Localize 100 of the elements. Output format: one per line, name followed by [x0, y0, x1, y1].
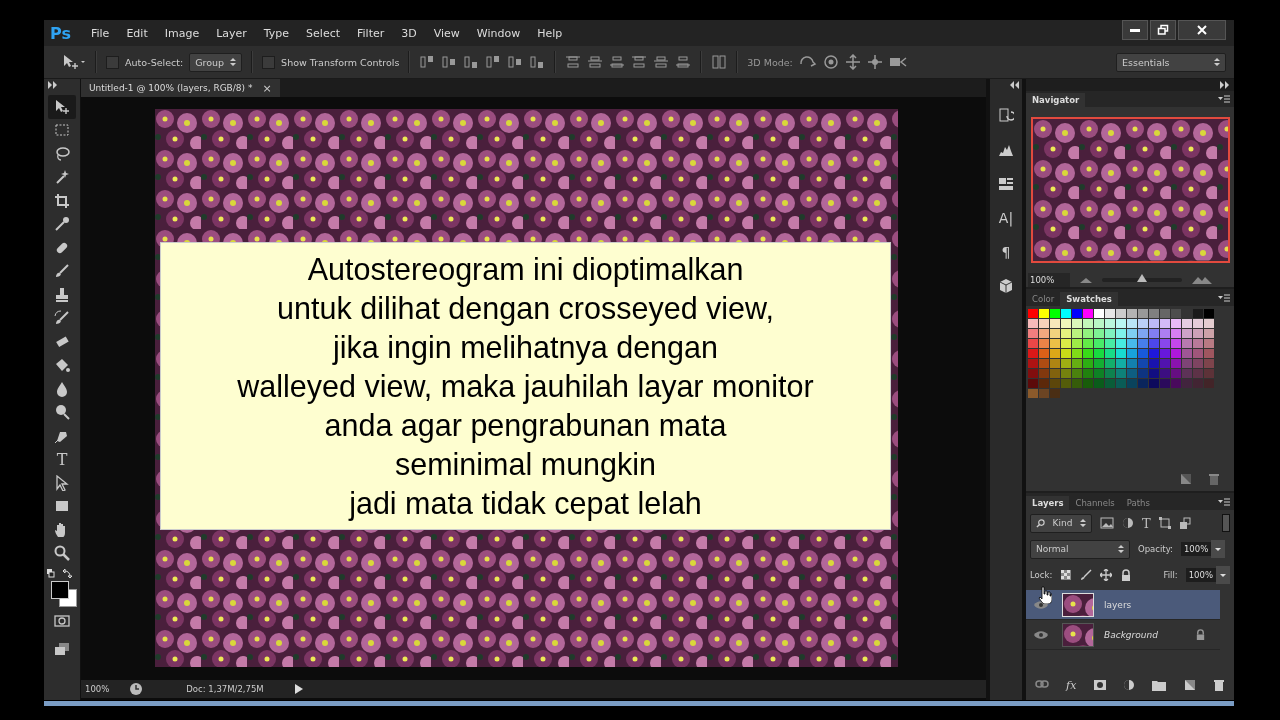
panel-tab[interactable]: Paths: [1120, 496, 1156, 510]
canvas-text: Autostereogram ini dioptimalkan untuk dilihat dengan crosseyed view, jika ingin melihatnya dengan walleyed view, maka jauhilah layar monitor anda agar pengrabunan mata seminimal mungkin jadi mata tidak cepat lelah: [160, 242, 891, 530]
type-tool[interactable]: T: [48, 447, 76, 471]
move-icon[interactable]: [1100, 569, 1113, 581]
layer-row[interactable]: layers: [1026, 590, 1220, 620]
move-tool-icon[interactable]: [62, 54, 86, 70]
navigator-tab[interactable]: Navigator: [1026, 93, 1086, 108]
smart-object-filter-icon[interactable]: [1178, 517, 1191, 529]
3d-pan-icon[interactable]: [844, 54, 861, 70]
quick-mask-icon[interactable]: [54, 613, 70, 629]
align-icon[interactable]: [507, 54, 524, 70]
link-icon[interactable]: [1034, 679, 1049, 689]
folder-icon[interactable]: [1152, 679, 1167, 691]
close-button[interactable]: [1178, 20, 1226, 40]
align-icon[interactable]: [529, 54, 546, 70]
brush-icon[interactable]: [1080, 569, 1093, 581]
zoom-field[interactable]: 100%: [1028, 273, 1070, 287]
eraser-icon: [54, 333, 70, 350]
lock-icon[interactable]: [1120, 569, 1133, 581]
menu-item[interactable]: View: [425, 26, 469, 40]
blend-mode-dropdown[interactable]: Normal: [1030, 539, 1130, 559]
tool-button[interactable]: [48, 95, 76, 119]
fill-field[interactable]: 100%: [1185, 568, 1216, 582]
3d-rotate-icon[interactable]: [798, 54, 817, 70]
filter-dropdown[interactable]: Kind: [1030, 513, 1092, 533]
align-icon[interactable]: [441, 54, 458, 70]
trash-icon[interactable]: [1208, 473, 1220, 485]
zoom-out-icon[interactable]: [1080, 277, 1092, 283]
adjustment-filter-icon[interactable]: [1122, 517, 1134, 529]
checkbox[interactable]: [106, 55, 119, 69]
clock-icon[interactable]: [129, 682, 143, 696]
auto-align-icon[interactable]: [711, 54, 728, 70]
lock-pixels-icon[interactable]: [1060, 569, 1073, 581]
menu-item[interactable]: Layer: [208, 26, 256, 40]
menu-arrow-icon[interactable]: [295, 684, 303, 694]
align-icon[interactable]: [419, 54, 436, 70]
mask-icon[interactable]: [1093, 679, 1106, 691]
dropdown-icon[interactable]: [1216, 566, 1230, 584]
distribute-icon[interactable]: [609, 54, 626, 70]
filter-toggle[interactable]: [1222, 514, 1230, 532]
expand-icon[interactable]: [1220, 81, 1230, 89]
eyedropper-icon: [54, 216, 70, 233]
distribute-icon[interactable]: [565, 54, 582, 70]
menu-item[interactable]: Edit: [118, 26, 157, 40]
zoom-level[interactable]: 100%: [85, 684, 119, 694]
menu-item[interactable]: 3D: [393, 26, 426, 40]
align-icon[interactable]: [463, 54, 480, 70]
menu-item[interactable]: Type: [255, 26, 299, 40]
expand-icon[interactable]: [48, 81, 58, 89]
menu-item[interactable]: Select: [298, 26, 350, 40]
type-filter-button[interactable]: T: [1142, 515, 1151, 531]
align-icon[interactable]: [485, 54, 502, 70]
menu-item[interactable]: Filter: [349, 26, 394, 40]
panel-menu-icon[interactable]: [1218, 294, 1230, 302]
panel-menu-icon[interactable]: [1218, 498, 1230, 506]
swatches-drawing[interactable]: [1028, 309, 1215, 399]
distribute-icon[interactable]: [587, 54, 604, 70]
menu-item[interactable]: Image: [156, 26, 209, 40]
distribute-icon[interactable]: [631, 54, 648, 70]
adjustment-icon[interactable]: [1123, 679, 1136, 691]
zoom-icon: [54, 545, 70, 562]
layer-name: layers: [1104, 599, 1132, 610]
opacity-field[interactable]: 100%: [1180, 542, 1212, 556]
group-dropdown[interactable]: Group: [189, 52, 243, 72]
minimize-button[interactable]: [1122, 20, 1148, 40]
video-camera-icon[interactable]: [888, 54, 907, 70]
collapse-icon[interactable]: [1010, 81, 1020, 89]
trash-icon[interactable]: [1213, 679, 1226, 691]
panel-tab[interactable]: Channels: [1069, 496, 1121, 510]
panel-tab[interactable]: Swatches: [1060, 292, 1118, 306]
new-swatch-icon[interactable]: [1180, 473, 1192, 485]
panel-menu-icon[interactable]: [1218, 95, 1230, 104]
restore-button[interactable]: [1150, 20, 1176, 40]
character-panel-button[interactable]: A|: [993, 205, 1019, 231]
magic-wand-icon: [54, 169, 70, 186]
image-filter-icon[interactable]: [1100, 517, 1114, 529]
close-tab-button[interactable]: ×: [262, 81, 272, 95]
paint-bucket-icon: [54, 357, 70, 374]
3d-slide-icon[interactable]: [866, 54, 883, 70]
layer-style-button[interactable]: fx: [1066, 679, 1077, 692]
document-tab[interactable]: Untitled-1 @ 100% (layers, RGB/8) * ×: [81, 79, 280, 97]
screen-mode-icon[interactable]: [54, 641, 70, 657]
swap-colors-icon[interactable]: [47, 569, 73, 579]
menu-item[interactable]: Help: [529, 26, 572, 40]
dropdown-icon[interactable]: [1211, 540, 1226, 558]
distribute-icon[interactable]: [653, 54, 670, 70]
checkbox[interactable]: [262, 55, 276, 69]
distribute-icon[interactable]: [675, 54, 692, 70]
new-layer-icon[interactable]: [1183, 679, 1196, 691]
workspace-dropdown[interactable]: Essentials: [1116, 52, 1226, 72]
menu-item[interactable]: Window: [468, 26, 530, 40]
3d-roll-icon[interactable]: [822, 54, 839, 70]
menu-item[interactable]: File: [82, 26, 119, 40]
panel-tab[interactable]: Color: [1026, 292, 1061, 306]
zoom-in-icon[interactable]: [1192, 276, 1212, 284]
layer-row[interactable]: Background: [1026, 620, 1220, 650]
shape-filter-icon[interactable]: [1158, 517, 1171, 529]
panel-tab[interactable]: Layers: [1026, 496, 1070, 510]
pointer-icon: [54, 474, 70, 491]
paragraph-panel-button[interactable]: ¶: [993, 239, 1019, 265]
